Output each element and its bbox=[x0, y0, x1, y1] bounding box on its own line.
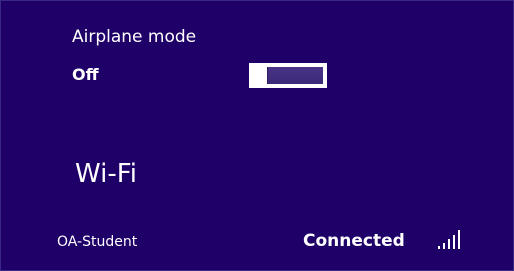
wifi-network-status: Connected bbox=[303, 231, 405, 251]
wifi-section-title: Wi-Fi bbox=[75, 159, 138, 189]
signal-bar-2 bbox=[443, 243, 445, 249]
airplane-mode-state: Off bbox=[72, 65, 99, 84]
wifi-signal-icon bbox=[438, 230, 460, 249]
signal-bar-3 bbox=[448, 239, 450, 249]
signal-bar-1 bbox=[438, 246, 440, 249]
airplane-mode-toggle[interactable] bbox=[249, 63, 327, 88]
airplane-mode-label: Airplane mode bbox=[72, 27, 197, 47]
network-settings-panel: Airplane mode Off Wi-Fi OA-Student Conne… bbox=[0, 0, 514, 271]
wifi-network-name: OA-Student bbox=[57, 234, 138, 250]
airplane-mode-toggle-track bbox=[267, 67, 323, 84]
signal-bar-4 bbox=[453, 235, 455, 249]
wifi-network-item[interactable]: OA-Student Connected bbox=[1, 227, 514, 261]
signal-bar-5 bbox=[458, 230, 460, 249]
